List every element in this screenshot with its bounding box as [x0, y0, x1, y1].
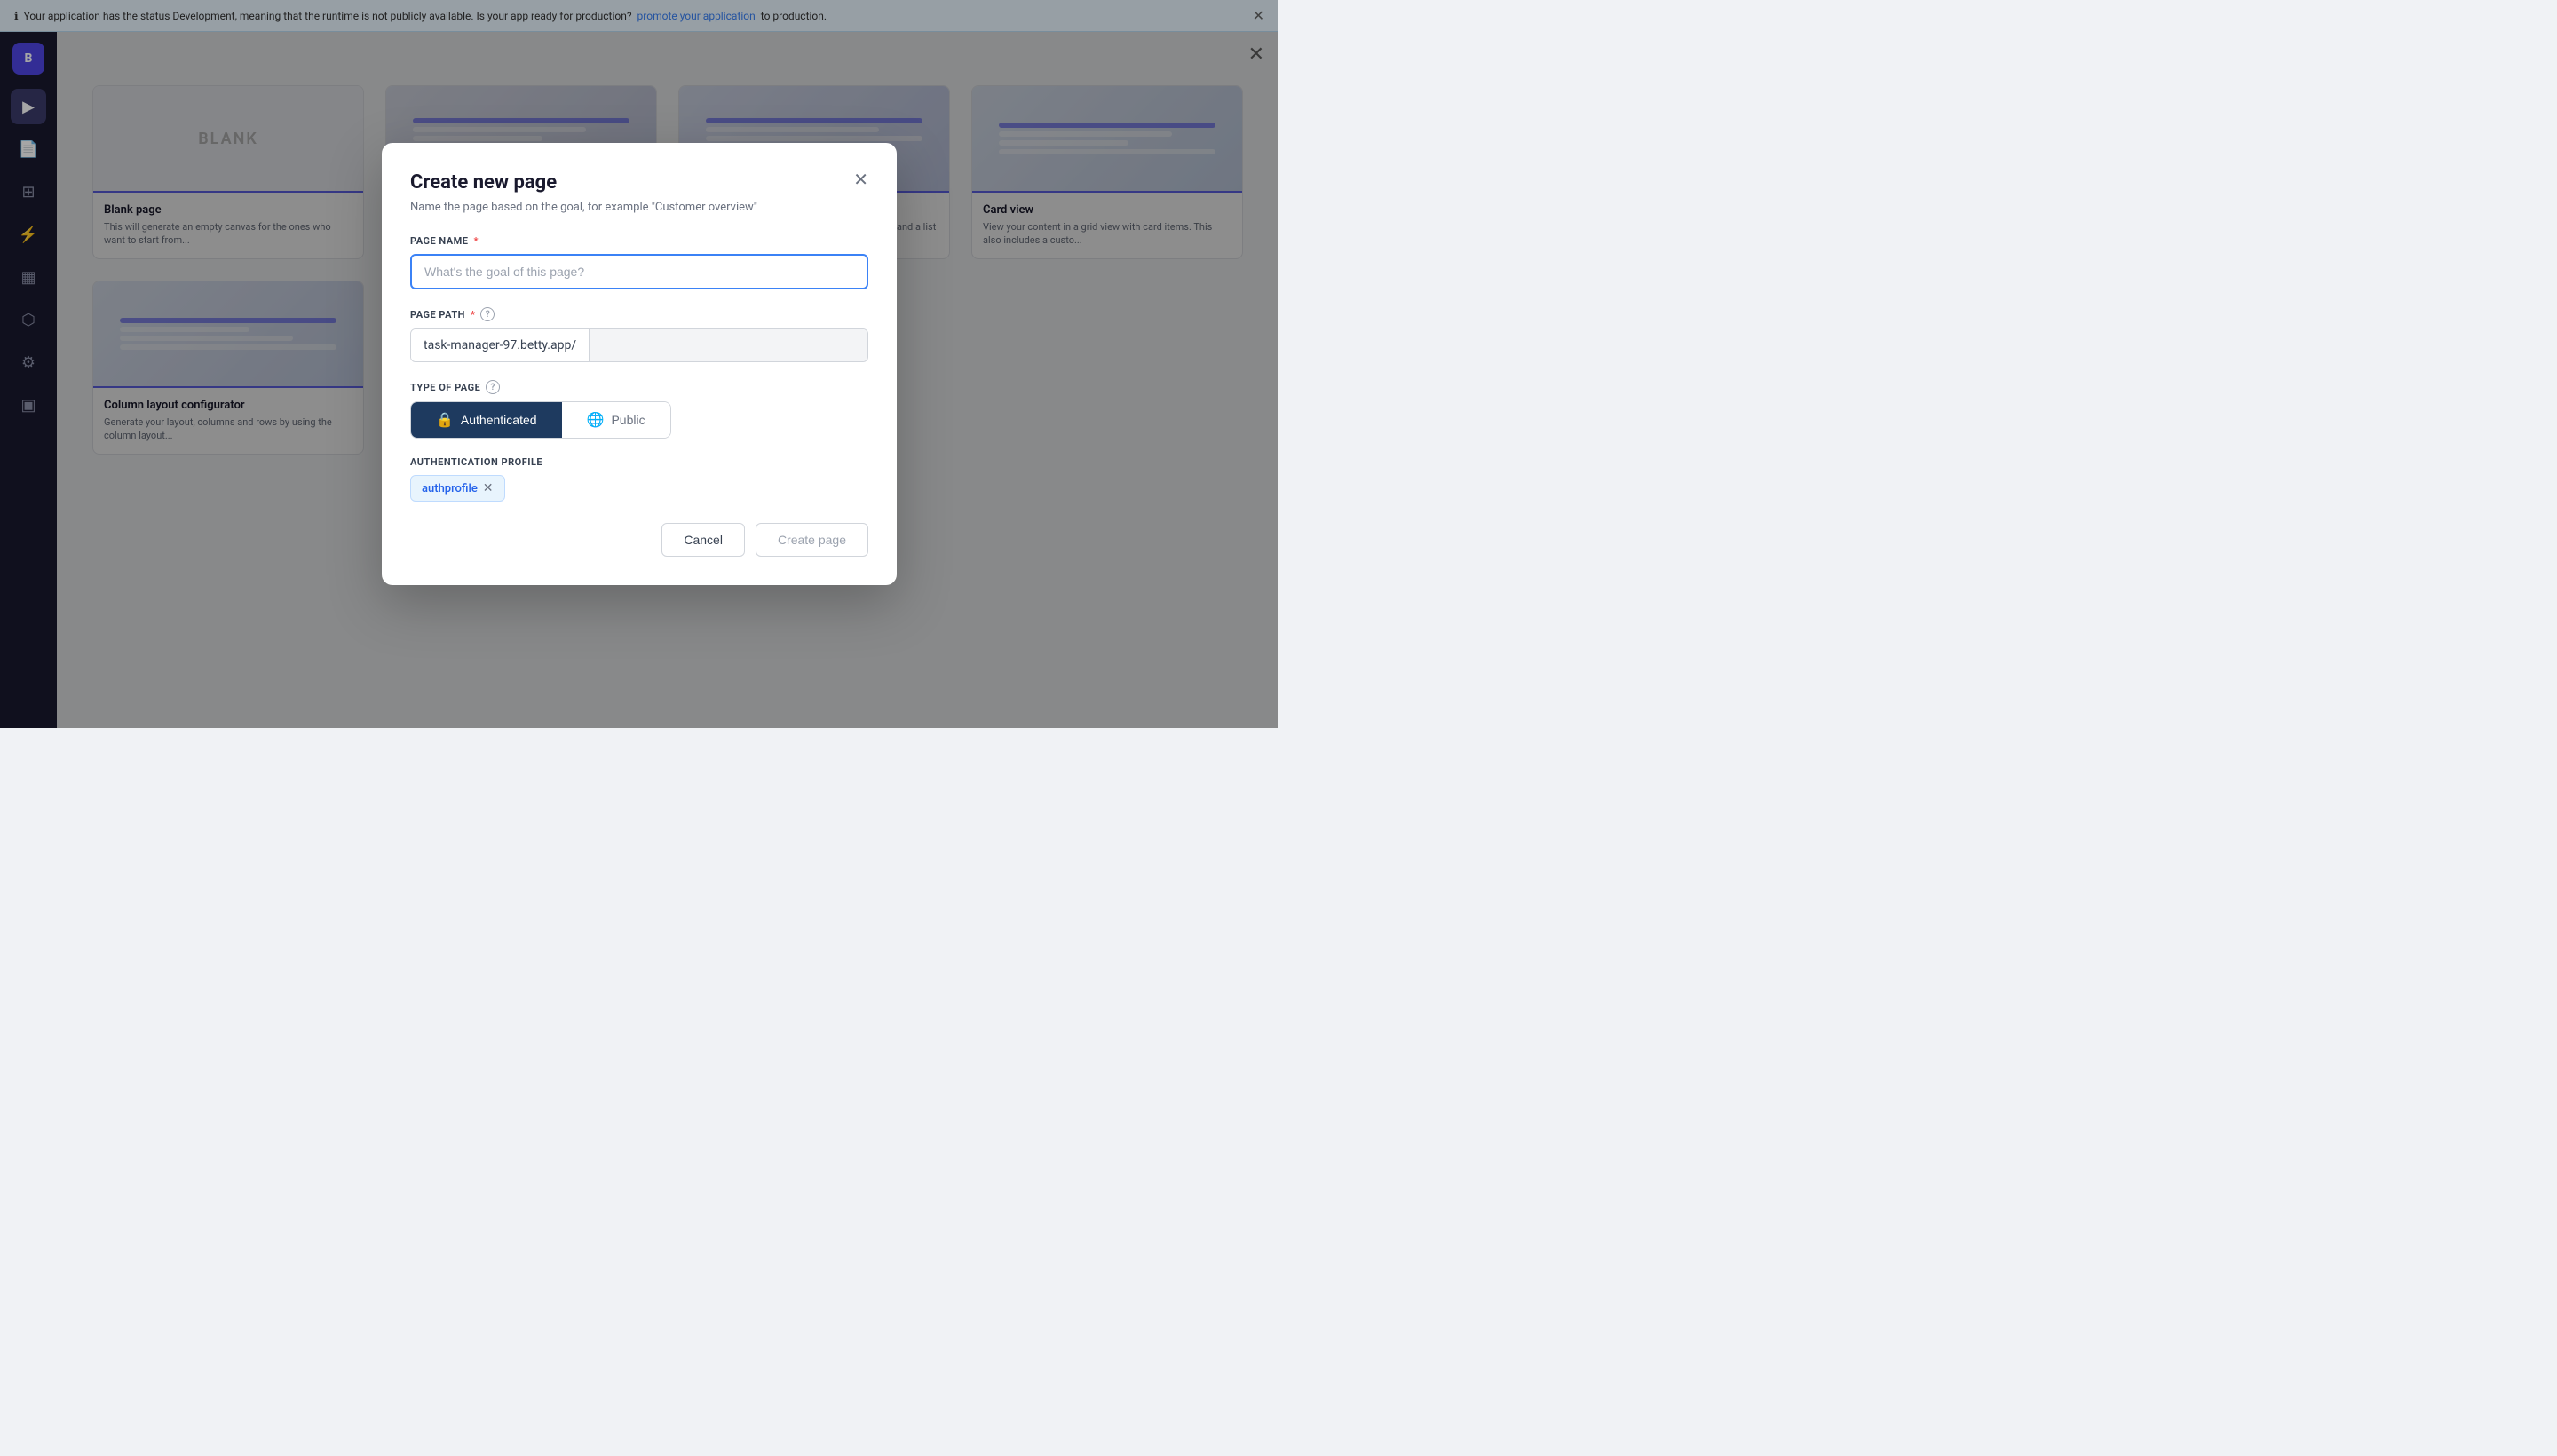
auth-profile-tag: authprofile ✕: [410, 475, 505, 502]
type-of-page-group: TYPE OF PAGE ? 🔒 Authenticated 🌐 Public: [410, 380, 868, 439]
page-path-row: task-manager-97.betty.app/: [410, 328, 868, 362]
public-label: Public: [611, 413, 645, 427]
page-path-label: PAGE PATH * ?: [410, 307, 868, 321]
type-toggle: 🔒 Authenticated 🌐 Public: [410, 401, 671, 439]
page-name-input[interactable]: [410, 254, 868, 289]
type-of-page-label: TYPE OF PAGE ?: [410, 380, 868, 394]
create-page-modal: Create new page ✕ Name the page based on…: [382, 143, 897, 585]
cancel-button[interactable]: Cancel: [661, 523, 745, 557]
modal-close-button[interactable]: ✕: [853, 171, 868, 189]
page-name-label: PAGE NAME *: [410, 235, 868, 247]
page-name-group: PAGE NAME *: [410, 235, 868, 289]
create-page-button[interactable]: Create page: [756, 523, 868, 557]
page-path-group: PAGE PATH * ? task-manager-97.betty.app/: [410, 307, 868, 362]
lock-icon: 🔒: [436, 411, 454, 429]
auth-profile-remove-button[interactable]: ✕: [483, 481, 494, 495]
authenticated-label: Authenticated: [461, 413, 537, 427]
auth-profile-group: AUTHENTICATION PROFILE authprofile ✕: [410, 456, 868, 502]
auth-profile-tag-text: authprofile: [422, 482, 478, 495]
page-path-help-icon[interactable]: ?: [480, 307, 495, 321]
modal-header: Create new page ✕: [410, 171, 868, 194]
type-public-button[interactable]: 🌐 Public: [562, 402, 670, 438]
page-path-input[interactable]: [590, 329, 867, 361]
modal-title: Create new page: [410, 171, 557, 194]
auth-profile-label: AUTHENTICATION PROFILE: [410, 456, 868, 468]
type-authenticated-button[interactable]: 🔒 Authenticated: [411, 402, 562, 438]
globe-icon: 🌐: [587, 411, 605, 429]
type-of-page-help-icon[interactable]: ?: [486, 380, 500, 394]
modal-footer: Cancel Create page: [410, 523, 868, 557]
page-path-prefix: task-manager-97.betty.app/: [411, 329, 590, 361]
modal-subtitle: Name the page based on the goal, for exa…: [410, 201, 868, 214]
